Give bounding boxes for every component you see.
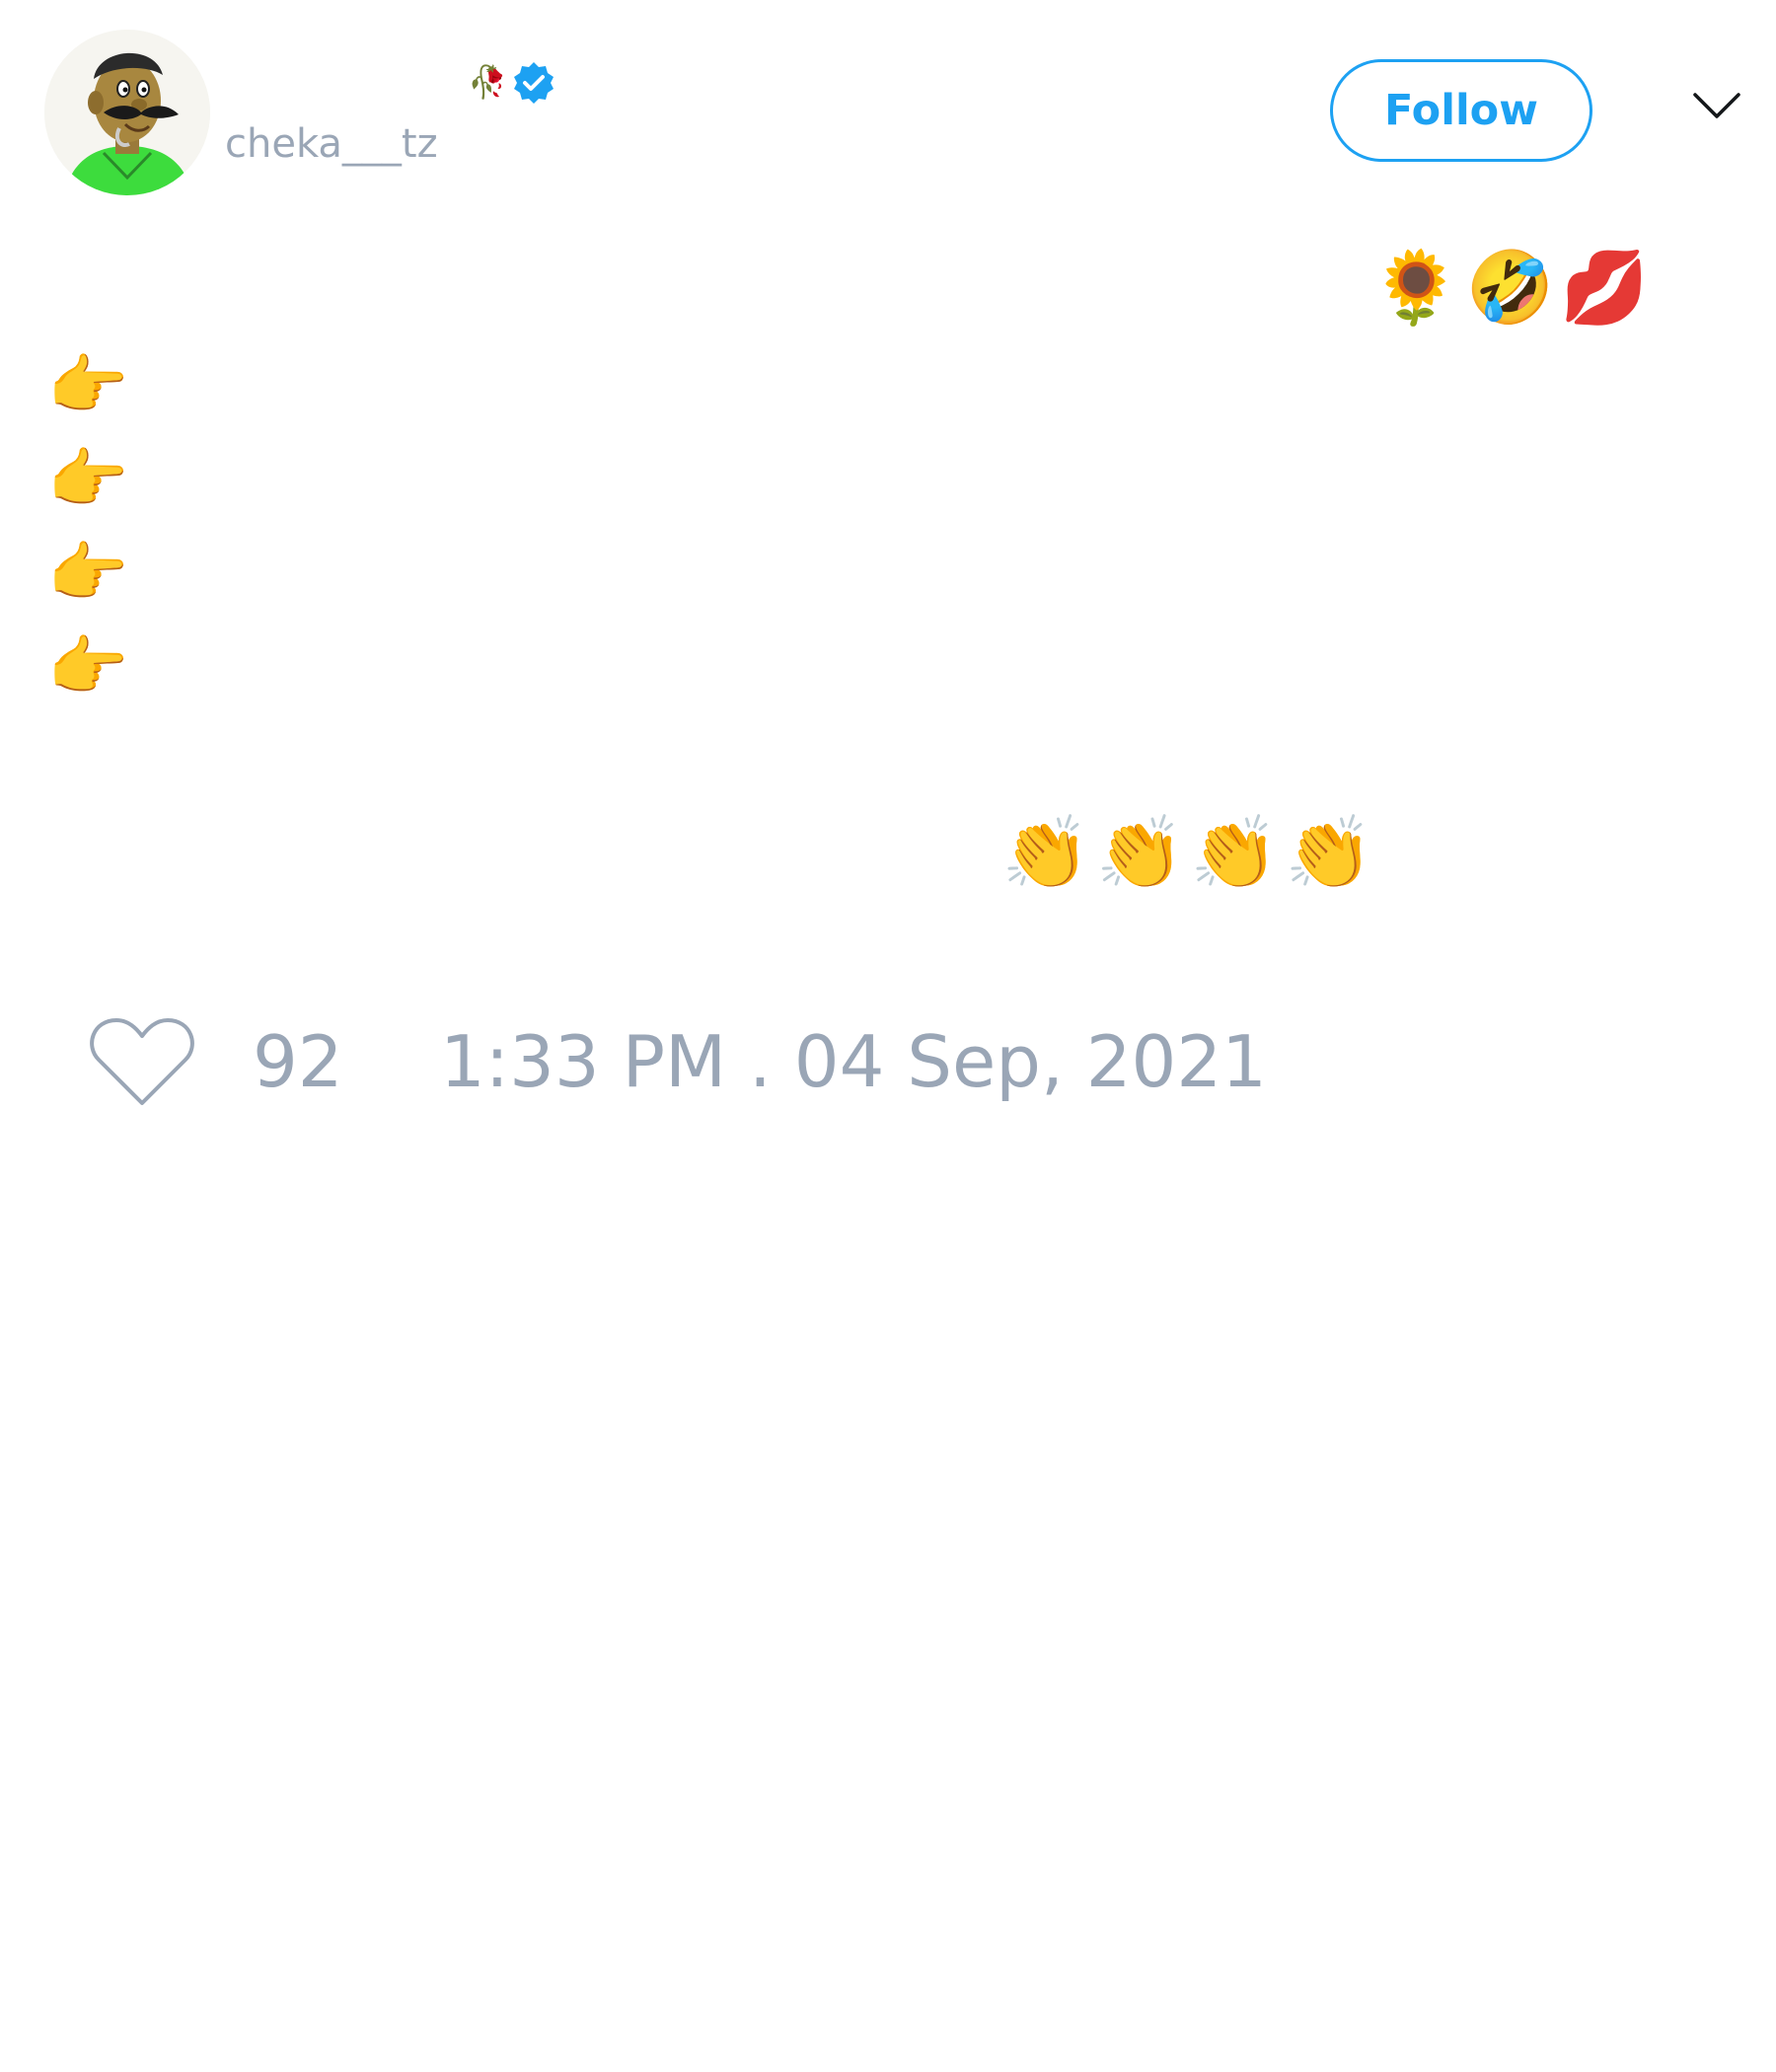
pointing-hand-emoji: 👉 (47, 347, 129, 423)
tweet-emoji-line: 🌻🤣💋 (1371, 246, 1655, 329)
chevron-down-icon[interactable] (1692, 91, 1741, 122)
verified-badge-icon (514, 62, 554, 104)
pointing-hand-emoji: 👉 (47, 535, 129, 611)
pointing-hand-emoji: 👉 (47, 441, 129, 517)
avatar[interactable] (44, 30, 210, 195)
author-handle[interactable]: cheka___tz (225, 124, 438, 164)
wilted-rose-emoji: 🥀 (468, 63, 507, 101)
heart-outline-icon[interactable] (89, 1014, 195, 1109)
clapping-hands-emoji-line: 👏👏👏👏 (1001, 811, 1379, 894)
pointing-hand-emoji: 👉 (47, 629, 129, 704)
follow-button[interactable]: Follow (1330, 59, 1592, 162)
tweet-timestamp[interactable]: 1:33 PM . 04 Sep, 2021 (440, 1026, 1267, 1097)
like-count: 92 (253, 1020, 343, 1103)
cartoon-man-with-mustache-icon (44, 30, 210, 195)
